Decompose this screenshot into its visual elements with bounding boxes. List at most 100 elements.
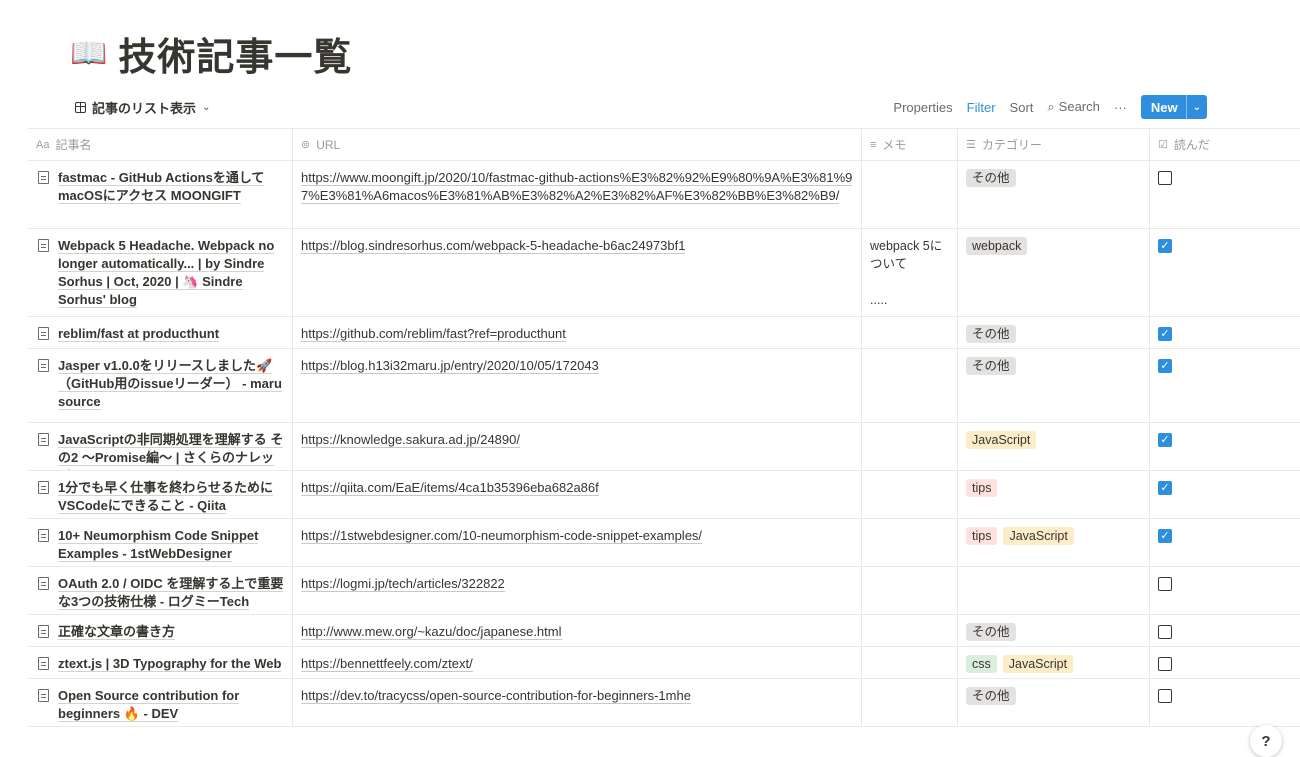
cell-name[interactable]: Open Source contribution for beginners 🔥… [28,679,293,726]
cell-url[interactable]: https://logmi.jp/tech/articles/322822 [293,567,862,614]
page-link[interactable]: Open Source contribution for beginners 🔥… [36,687,284,723]
page-link[interactable]: JavaScriptの非同期処理を理解する その2 〜Promise編〜 | さ… [36,431,284,470]
cell-memo[interactable] [862,647,958,678]
checkbox-checked[interactable]: ✓ [1158,529,1172,543]
cell-name[interactable]: 10+ Neumorphism Code Snippet Examples - … [28,519,293,566]
cell-category[interactable]: tips JavaScript [958,519,1150,566]
cell-memo[interactable] [862,423,958,470]
url-link[interactable]: http://www.mew.org/~kazu/doc/japanese.ht… [301,624,562,640]
view-selector[interactable]: 記事のリスト表示 ⌄ [75,98,210,117]
filter-button[interactable]: Filter [967,100,996,115]
cell-memo[interactable] [862,161,958,228]
checkbox-unchecked[interactable] [1158,689,1172,703]
cell-category[interactable]: JavaScript [958,423,1150,470]
cell-url[interactable]: https://www.moongift.jp/2020/10/fastmac-… [293,161,862,228]
column-header-read[interactable]: ☑ 読んだ [1150,129,1300,160]
cell-url[interactable]: https://dev.to/tracycss/open-source-cont… [293,679,862,726]
cell-category[interactable]: css JavaScript [958,647,1150,678]
cell-name[interactable]: fastmac - GitHub Actionsを通して macOSにアクセス … [28,161,293,228]
cell-memo[interactable] [862,349,958,422]
checkbox-unchecked[interactable] [1158,625,1172,639]
url-link[interactable]: https://blog.h13i32maru.jp/entry/2020/10… [301,358,599,374]
cell-url[interactable]: https://bennettfeely.com/ztext/ [293,647,862,678]
cell-name[interactable]: 1分でも早く仕事を終わらせるために VSCodeにできること - Qiita [28,471,293,518]
cell-memo[interactable] [862,615,958,646]
cell-memo[interactable] [862,519,958,566]
url-link[interactable]: https://logmi.jp/tech/articles/322822 [301,576,505,592]
url-link[interactable]: https://github.com/reblim/fast?ref=produ… [301,326,566,342]
cell-url[interactable]: https://1stwebdesigner.com/10-neumorphis… [293,519,862,566]
cell-name[interactable]: JavaScriptの非同期処理を理解する その2 〜Promise編〜 | さ… [28,423,293,470]
cell-url[interactable]: https://github.com/reblim/fast?ref=produ… [293,317,862,348]
cell-memo[interactable] [862,679,958,726]
url-link[interactable]: https://bennettfeely.com/ztext/ [301,656,473,672]
cell-memo[interactable] [862,471,958,518]
cell-name[interactable]: Webpack 5 Headache. Webpack no longer au… [28,229,293,316]
cell-name[interactable]: OAuth 2.0 / OIDC を理解する上で重要な3つの技術仕様 - ログミ… [28,567,293,614]
checkbox-unchecked[interactable] [1158,577,1172,591]
page-link[interactable]: 正確な文章の書き方 [36,623,284,641]
checkbox-checked[interactable]: ✓ [1158,433,1172,447]
page-link[interactable]: 1分でも早く仕事を終わらせるために VSCodeにできること - Qiita [36,479,284,515]
column-header-memo[interactable]: ≡ メモ [862,129,958,160]
new-button[interactable]: New ⌄ [1140,95,1207,119]
table-row[interactable]: ztext.js | 3D Typography for the Web http… [28,647,1300,679]
table-row[interactable]: reblim/fast at producthunt https://github… [28,317,1300,349]
cell-category[interactable]: webpack [958,229,1150,316]
url-link[interactable]: https://knowledge.sakura.ad.jp/24890/ [301,432,520,448]
cell-url[interactable]: https://blog.h13i32maru.jp/entry/2020/10… [293,349,862,422]
url-link[interactable]: https://blog.sindresorhus.com/webpack-5-… [301,238,686,254]
table-row[interactable]: fastmac - GitHub Actionsを通して macOSにアクセス … [28,161,1300,229]
cell-memo[interactable] [862,317,958,348]
page-link[interactable]: Webpack 5 Headache. Webpack no longer au… [36,237,284,309]
table-row[interactable]: OAuth 2.0 / OIDC を理解する上で重要な3つの技術仕様 - ログミ… [28,567,1300,615]
table-row[interactable]: 正確な文章の書き方 http://www.mew.org/~kazu/doc/ja… [28,615,1300,647]
url-link[interactable]: https://dev.to/tracycss/open-source-cont… [301,688,691,704]
cell-name[interactable]: ztext.js | 3D Typography for the Web [28,647,293,678]
column-header-category[interactable]: ☰ カテゴリー [958,129,1150,160]
cell-category[interactable]: その他 [958,317,1150,348]
sort-button[interactable]: Sort [1010,100,1034,115]
cell-category[interactable]: その他 [958,349,1150,422]
cell-name[interactable]: reblim/fast at producthunt [28,317,293,348]
table-row[interactable]: Webpack 5 Headache. Webpack no longer au… [28,229,1300,317]
page-link[interactable]: fastmac - GitHub Actionsを通して macOSにアクセス … [36,169,284,205]
column-header-url[interactable]: ⊚ URL [293,129,862,160]
cell-memo[interactable] [862,567,958,614]
cell-name[interactable]: Jasper v1.0.0をリリースしました🚀（GitHub用のissueリーダ… [28,349,293,422]
cell-url[interactable]: https://knowledge.sakura.ad.jp/24890/ [293,423,862,470]
page-link[interactable]: OAuth 2.0 / OIDC を理解する上で重要な3つの技術仕様 - ログミ… [36,575,284,611]
properties-button[interactable]: Properties [893,100,952,115]
checkbox-unchecked[interactable] [1158,657,1172,671]
url-link[interactable]: https://1stwebdesigner.com/10-neumorphis… [301,528,703,544]
url-link[interactable]: https://www.moongift.jp/2020/10/fastmac-… [301,170,853,204]
checkbox-checked[interactable]: ✓ [1158,481,1172,495]
cell-category[interactable]: tips [958,471,1150,518]
more-button[interactable]: ··· [1114,100,1127,115]
chevron-down-icon[interactable]: ⌄ [1185,95,1207,119]
page-link[interactable]: reblim/fast at producthunt [36,325,284,343]
page-link[interactable]: ztext.js | 3D Typography for the Web [36,655,284,673]
cell-category[interactable] [958,567,1150,614]
cell-name[interactable]: 正確な文章の書き方 [28,615,293,646]
page-link[interactable]: 10+ Neumorphism Code Snippet Examples - … [36,527,284,563]
cell-memo[interactable]: webpack 5について ..... [862,229,958,316]
checkbox-checked[interactable]: ✓ [1158,327,1172,341]
table-row[interactable]: Open Source contribution for beginners 🔥… [28,679,1300,727]
checkbox-checked[interactable]: ✓ [1158,359,1172,373]
cell-category[interactable]: その他 [958,615,1150,646]
cell-url[interactable]: https://qiita.com/EaE/items/4ca1b35396eb… [293,471,862,518]
cell-category[interactable]: その他 [958,679,1150,726]
checkbox-unchecked[interactable] [1158,171,1172,185]
cell-category[interactable]: その他 [958,161,1150,228]
help-button[interactable]: ? [1250,725,1282,757]
table-row[interactable]: 1分でも早く仕事を終わらせるために VSCodeにできること - Qiita ht… [28,471,1300,519]
table-row[interactable]: Jasper v1.0.0をリリースしました🚀（GitHub用のissueリーダ… [28,349,1300,423]
table-row[interactable]: JavaScriptの非同期処理を理解する その2 〜Promise編〜 | さ… [28,423,1300,471]
url-link[interactable]: https://qiita.com/EaE/items/4ca1b35396eb… [301,480,599,496]
search-button[interactable]: ⌕ Search [1047,99,1099,115]
checkbox-checked[interactable]: ✓ [1158,239,1172,253]
cell-url[interactable]: http://www.mew.org/~kazu/doc/japanese.ht… [293,615,862,646]
table-row[interactable]: 10+ Neumorphism Code Snippet Examples - … [28,519,1300,567]
cell-url[interactable]: https://blog.sindresorhus.com/webpack-5-… [293,229,862,316]
